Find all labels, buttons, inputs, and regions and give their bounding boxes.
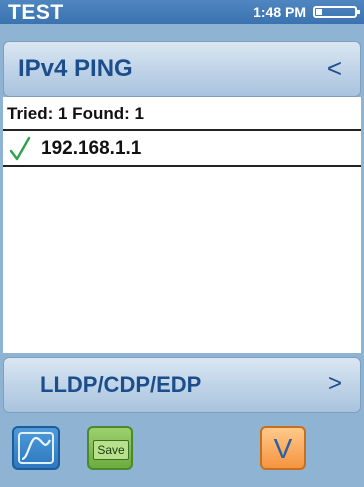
ping-results-panel: Tried: 1 Found: 1 192.168.1.1 bbox=[3, 97, 361, 353]
graph-button[interactable] bbox=[12, 426, 60, 470]
ip-address: 192.168.1.1 bbox=[41, 138, 142, 159]
battery-tip bbox=[357, 10, 360, 14]
battery-level bbox=[316, 9, 322, 15]
clock: 1:48 PM bbox=[253, 4, 306, 20]
header-button-label: IPv4 PING bbox=[18, 55, 133, 82]
save-label: Save bbox=[93, 440, 129, 460]
app-screen: TEST 1:48 PM IPv4 PING < Tried: 1 Found:… bbox=[0, 0, 364, 487]
status-bar: TEST 1:48 PM bbox=[0, 0, 364, 24]
check-icon bbox=[9, 136, 31, 161]
lldp-cdp-edp-button[interactable]: LLDP/CDP/EDP > bbox=[3, 357, 361, 413]
footer-button-label: LLDP/CDP/EDP bbox=[40, 372, 202, 397]
graph-icon bbox=[18, 432, 54, 464]
app-title: TEST bbox=[8, 1, 64, 24]
back-chevron-icon: < bbox=[326, 53, 342, 83]
save-button[interactable]: Save bbox=[87, 426, 133, 470]
forward-chevron-icon: > bbox=[327, 370, 342, 397]
chevron-down-icon: V bbox=[273, 433, 293, 464]
scroll-down-button[interactable]: V bbox=[260, 426, 306, 470]
battery-icon bbox=[313, 6, 360, 18]
ping-summary: Tried: 1 Found: 1 bbox=[7, 104, 144, 123]
list-item[interactable]: 192.168.1.1 bbox=[3, 131, 361, 167]
back-to-ipv4-ping-button[interactable]: IPv4 PING < bbox=[3, 41, 361, 97]
